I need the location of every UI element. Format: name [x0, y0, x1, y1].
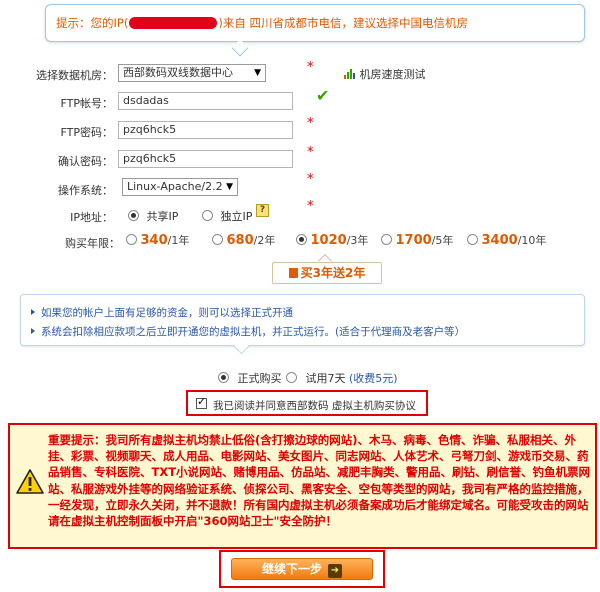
bar-chart-icon: [344, 69, 355, 79]
datacenter-select[interactable]: 西部数码双线数据中心 ▼: [118, 64, 266, 82]
trial-radio[interactable]: 试用7天 (收费5元): [286, 370, 398, 386]
year-price: 1700: [395, 233, 432, 248]
year-option-2[interactable]: 680/2年: [212, 232, 275, 248]
year-unit: /3年: [346, 234, 369, 247]
redacted-ip: [129, 17, 218, 29]
next-step-label: 继续下一步: [261, 562, 322, 576]
trial-label: 试用7天: [305, 372, 346, 385]
info-line-1: 如果您的帐户上面有足够的资金，则可以选择正式开通: [31, 305, 293, 320]
year-price: 340: [140, 233, 168, 248]
shared-ip-radio[interactable]: 共享IP: [128, 208, 178, 224]
radio-selected-icon: [128, 210, 139, 221]
required-mark: *: [307, 199, 314, 214]
info-line-2-text: 系统会扣除相应款项之后立即开通您的虚拟主机，并正式运行。(适合于代理商及老客户等…: [41, 326, 466, 338]
agreement-checkbox[interactable]: [196, 395, 207, 409]
os-value: Linux-Apache/2.2: [127, 180, 223, 193]
speed-test-label: 机房速度测试: [359, 68, 426, 81]
formal-purchase-radio[interactable]: 正式购买: [218, 370, 282, 386]
warning-text: 重要提示：我司所有虚拟主机均禁止低俗(含打擦边球的网站)、木马、病毒、色情、诈骗…: [48, 433, 591, 529]
ftp-account-input[interactable]: dsdadas: [118, 92, 293, 110]
tip-label: 提示：: [56, 16, 91, 30]
radio-icon: [212, 234, 223, 245]
next-button-frame: 继续下一步 ➜: [219, 550, 385, 588]
speed-test-link[interactable]: 机房速度测试: [344, 66, 426, 82]
help-icon[interactable]: ?: [256, 204, 269, 217]
year-unit: /1年: [167, 234, 190, 247]
year-price: 680: [226, 233, 254, 248]
info-line-2: 系统会扣除相应款项之后立即开通您的虚拟主机，并正式运行。(适合于代理商及老客户等…: [31, 324, 465, 339]
year-price: 3400: [481, 233, 518, 248]
dropdown-arrow-icon: ▼: [254, 68, 261, 78]
confirm-password-label: 确认密码：: [58, 155, 113, 168]
info-box: 如果您的帐户上面有足够的资金，则可以选择正式开通 系统会扣除相应款项之后立即开通…: [20, 294, 585, 346]
required-mark: *: [307, 116, 314, 131]
dropdown-arrow-icon: ▼: [226, 182, 233, 192]
checkmark-icon: ✔: [316, 86, 330, 105]
promo-badge: 买3年送2年: [272, 262, 382, 284]
os-select[interactable]: Linux-Apache/2.2 ▼: [122, 178, 238, 196]
formal-purchase-label: 正式购买: [237, 372, 282, 385]
year-unit: /2年: [253, 234, 276, 247]
dedicated-ip-radio[interactable]: 独立IP: [202, 208, 252, 224]
dedicated-ip-label: 独立IP: [220, 210, 253, 223]
radio-icon: [202, 210, 213, 221]
warning-box: 重要提示：我司所有虚拟主机均禁止低俗(含打擦边球的网站)、木马、病毒、色情、诈骗…: [8, 423, 597, 549]
arrow-right-icon: ➜: [328, 564, 342, 578]
gift-icon: [288, 268, 298, 278]
year-unit: /10年: [517, 234, 547, 247]
agreement-text[interactable]: 我已阅读并同意西部数码 虚拟主机购买协议: [213, 398, 416, 413]
promo-text: 买3年送2年: [300, 266, 366, 280]
shared-ip-label: 共享IP: [146, 210, 179, 223]
datacenter-label: 选择数据机房：: [36, 69, 113, 82]
trial-fee-link[interactable]: (收费5元): [349, 372, 398, 385]
years-label: 购买年限：: [65, 237, 120, 250]
radio-icon: [126, 234, 137, 245]
tip-pointer: [231, 39, 249, 57]
radio-selected-icon: [296, 234, 307, 245]
year-option-1[interactable]: 340/1年: [126, 232, 189, 248]
year-option-3[interactable]: 1020/3年: [296, 232, 368, 248]
bullet-arrow-icon: [31, 309, 35, 315]
year-unit: /5年: [431, 234, 454, 247]
radio-icon: [381, 234, 392, 245]
next-step-button[interactable]: 继续下一步 ➜: [231, 558, 373, 580]
datacenter-value: 西部数码双线数据中心: [123, 66, 233, 79]
required-mark: *: [307, 172, 314, 187]
ip-tip-row: 提示：您的IP( )来自 四川省成都市电信，建议选择中国电信机房: [56, 15, 468, 31]
year-price: 1020: [310, 233, 347, 248]
ftp-account-label: FTP帐号：: [60, 97, 114, 110]
warning-icon: [16, 469, 44, 494]
required-mark: *: [307, 60, 314, 75]
radio-icon: [467, 234, 478, 245]
radio-selected-icon: [218, 372, 229, 383]
bullet-arrow-icon: [31, 328, 35, 334]
required-mark: *: [307, 145, 314, 160]
agreement-box: 我已阅读并同意西部数码 虚拟主机购买协议: [186, 390, 428, 416]
ip-tip-box: 提示：您的IP( )来自 四川省成都市电信，建议选择中国电信机房: [45, 4, 585, 57]
confirm-password-input[interactable]: pzq6hck5: [118, 150, 293, 168]
tip-location: )来自 四川省成都市电信，建议选择中国电信机房: [218, 16, 468, 30]
tip-before-ip: 您的IP(: [90, 16, 129, 30]
info-line-1-text: 如果您的帐户上面有足够的资金，则可以选择正式开通: [41, 307, 293, 319]
radio-icon: [286, 372, 297, 383]
ftp-password-input[interactable]: pzq6hck5: [118, 121, 293, 139]
ip-label: IP地址：: [70, 211, 113, 224]
os-label: 操作系统：: [58, 184, 113, 197]
year-option-10[interactable]: 3400/10年: [467, 232, 546, 248]
year-option-5[interactable]: 1700/5年: [381, 232, 453, 248]
ftp-password-label: FTP密码：: [60, 126, 114, 139]
